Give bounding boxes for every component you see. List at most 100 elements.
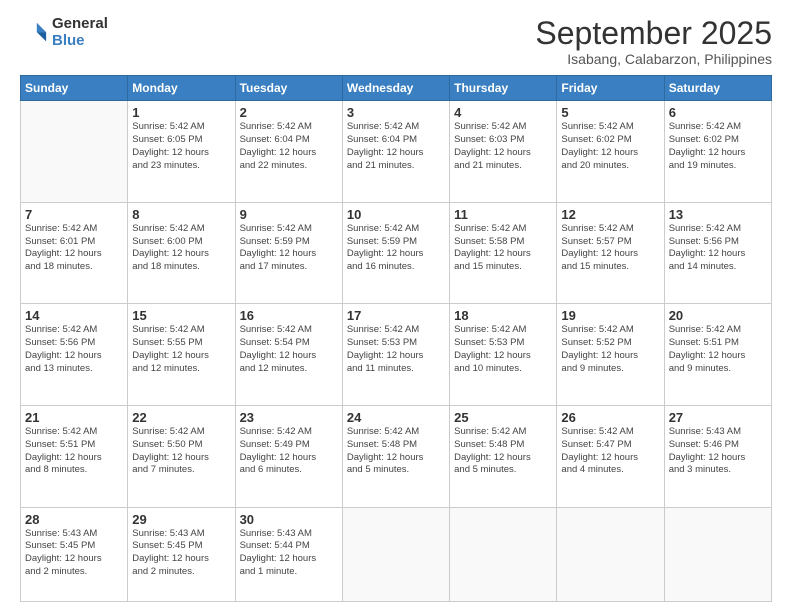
day-info: Sunrise: 5:42 AM Sunset: 6:02 PM Dayligh… [561,121,659,172]
table-cell [21,101,128,203]
day-number: 24 [347,410,445,425]
day-info: Sunrise: 5:42 AM Sunset: 5:48 PM Dayligh… [347,426,445,477]
day-info: Sunrise: 5:42 AM Sunset: 5:59 PM Dayligh… [347,223,445,274]
day-number: 28 [25,512,123,527]
day-info: Sunrise: 5:42 AM Sunset: 5:53 PM Dayligh… [347,324,445,375]
table-cell: 26Sunrise: 5:42 AM Sunset: 5:47 PM Dayli… [557,405,664,507]
day-info: Sunrise: 5:42 AM Sunset: 5:54 PM Dayligh… [240,324,338,375]
main-title: September 2025 [535,16,772,51]
table-cell: 9Sunrise: 5:42 AM Sunset: 5:59 PM Daylig… [235,202,342,304]
col-monday: Monday [128,76,235,101]
day-info: Sunrise: 5:42 AM Sunset: 5:52 PM Dayligh… [561,324,659,375]
day-number: 13 [669,207,767,222]
col-tuesday: Tuesday [235,76,342,101]
col-friday: Friday [557,76,664,101]
day-info: Sunrise: 5:42 AM Sunset: 5:59 PM Dayligh… [240,223,338,274]
table-cell: 29Sunrise: 5:43 AM Sunset: 5:45 PM Dayli… [128,507,235,602]
day-number: 19 [561,308,659,323]
table-cell: 16Sunrise: 5:42 AM Sunset: 5:54 PM Dayli… [235,304,342,406]
day-info: Sunrise: 5:42 AM Sunset: 5:50 PM Dayligh… [132,426,230,477]
day-info: Sunrise: 5:42 AM Sunset: 5:55 PM Dayligh… [132,324,230,375]
week-row-0: 1Sunrise: 5:42 AM Sunset: 6:05 PM Daylig… [21,101,772,203]
logo-text: General Blue [52,16,108,49]
day-info: Sunrise: 5:42 AM Sunset: 5:58 PM Dayligh… [454,223,552,274]
table-cell: 23Sunrise: 5:42 AM Sunset: 5:49 PM Dayli… [235,405,342,507]
day-number: 30 [240,512,338,527]
table-cell: 6Sunrise: 5:42 AM Sunset: 6:02 PM Daylig… [664,101,771,203]
day-info: Sunrise: 5:42 AM Sunset: 6:00 PM Dayligh… [132,223,230,274]
day-number: 2 [240,105,338,120]
day-info: Sunrise: 5:42 AM Sunset: 5:49 PM Dayligh… [240,426,338,477]
table-cell [342,507,449,602]
header: General Blue September 2025 Isabang, Cal… [20,16,772,67]
day-number: 26 [561,410,659,425]
day-info: Sunrise: 5:42 AM Sunset: 5:51 PM Dayligh… [25,426,123,477]
day-info: Sunrise: 5:42 AM Sunset: 5:56 PM Dayligh… [669,223,767,274]
table-cell: 20Sunrise: 5:42 AM Sunset: 5:51 PM Dayli… [664,304,771,406]
day-number: 20 [669,308,767,323]
day-number: 22 [132,410,230,425]
day-info: Sunrise: 5:42 AM Sunset: 5:57 PM Dayligh… [561,223,659,274]
day-number: 29 [132,512,230,527]
table-cell: 21Sunrise: 5:42 AM Sunset: 5:51 PM Dayli… [21,405,128,507]
day-number: 23 [240,410,338,425]
day-number: 3 [347,105,445,120]
day-info: Sunrise: 5:42 AM Sunset: 6:05 PM Dayligh… [132,121,230,172]
day-info: Sunrise: 5:42 AM Sunset: 5:47 PM Dayligh… [561,426,659,477]
day-number: 15 [132,308,230,323]
table-cell: 14Sunrise: 5:42 AM Sunset: 5:56 PM Dayli… [21,304,128,406]
title-section: September 2025 Isabang, Calabarzon, Phil… [535,16,772,67]
table-cell: 18Sunrise: 5:42 AM Sunset: 5:53 PM Dayli… [450,304,557,406]
day-info: Sunrise: 5:43 AM Sunset: 5:44 PM Dayligh… [240,528,338,579]
day-number: 14 [25,308,123,323]
day-number: 9 [240,207,338,222]
logo-general: General [52,16,108,33]
table-cell: 13Sunrise: 5:42 AM Sunset: 5:56 PM Dayli… [664,202,771,304]
day-info: Sunrise: 5:42 AM Sunset: 6:04 PM Dayligh… [347,121,445,172]
table-cell: 30Sunrise: 5:43 AM Sunset: 5:44 PM Dayli… [235,507,342,602]
day-number: 5 [561,105,659,120]
table-cell: 7Sunrise: 5:42 AM Sunset: 6:01 PM Daylig… [21,202,128,304]
week-row-3: 21Sunrise: 5:42 AM Sunset: 5:51 PM Dayli… [21,405,772,507]
table-cell: 5Sunrise: 5:42 AM Sunset: 6:02 PM Daylig… [557,101,664,203]
day-number: 18 [454,308,552,323]
day-number: 27 [669,410,767,425]
day-number: 8 [132,207,230,222]
table-cell: 19Sunrise: 5:42 AM Sunset: 5:52 PM Dayli… [557,304,664,406]
day-number: 10 [347,207,445,222]
calendar-header-row: Sunday Monday Tuesday Wednesday Thursday… [21,76,772,101]
table-cell: 15Sunrise: 5:42 AM Sunset: 5:55 PM Dayli… [128,304,235,406]
day-info: Sunrise: 5:42 AM Sunset: 6:04 PM Dayligh… [240,121,338,172]
day-number: 1 [132,105,230,120]
calendar-table: Sunday Monday Tuesday Wednesday Thursday… [20,75,772,602]
table-cell: 12Sunrise: 5:42 AM Sunset: 5:57 PM Dayli… [557,202,664,304]
table-cell: 28Sunrise: 5:43 AM Sunset: 5:45 PM Dayli… [21,507,128,602]
table-cell [450,507,557,602]
day-number: 11 [454,207,552,222]
col-thursday: Thursday [450,76,557,101]
day-info: Sunrise: 5:42 AM Sunset: 5:51 PM Dayligh… [669,324,767,375]
week-row-4: 28 Sunrise: 5:43 AM Sunset: 5:45 PM Dayli… [21,507,772,602]
logo-blue: Blue [52,33,108,50]
week-row-1: 7Sunrise: 5:42 AM Sunset: 6:01 PM Daylig… [21,202,772,304]
day-info: Sunrise: 5:42 AM Sunset: 6:03 PM Dayligh… [454,121,552,172]
day-info: Sunrise: 5:42 AM Sunset: 6:02 PM Dayligh… [669,121,767,172]
col-saturday: Saturday [664,76,771,101]
table-cell: 1Sunrise: 5:42 AM Sunset: 6:05 PM Daylig… [128,101,235,203]
day-number: 21 [25,410,123,425]
day-info: Sunrise: 5:43 AM Sunset: 5:46 PM Dayligh… [669,426,767,477]
logo: General Blue [20,16,108,49]
day-number: 17 [347,308,445,323]
table-cell: 11Sunrise: 5:42 AM Sunset: 5:58 PM Dayli… [450,202,557,304]
table-cell: 10Sunrise: 5:42 AM Sunset: 5:59 PM Dayli… [342,202,449,304]
table-cell: 8Sunrise: 5:42 AM Sunset: 6:00 PM Daylig… [128,202,235,304]
logo-icon [20,19,48,47]
table-cell [664,507,771,602]
day-info: Sunrise: 5:43 AM Sunset: 5:45 PM Dayligh… [132,528,230,579]
day-info: Sunrise: 5:42 AM Sunset: 5:48 PM Dayligh… [454,426,552,477]
col-sunday: Sunday [21,76,128,101]
table-cell: 27Sunrise: 5:43 AM Sunset: 5:46 PM Dayli… [664,405,771,507]
day-info: Sunrise: 5:42 AM Sunset: 6:01 PM Dayligh… [25,223,123,274]
table-cell [557,507,664,602]
page: General Blue September 2025 Isabang, Cal… [0,0,792,612]
